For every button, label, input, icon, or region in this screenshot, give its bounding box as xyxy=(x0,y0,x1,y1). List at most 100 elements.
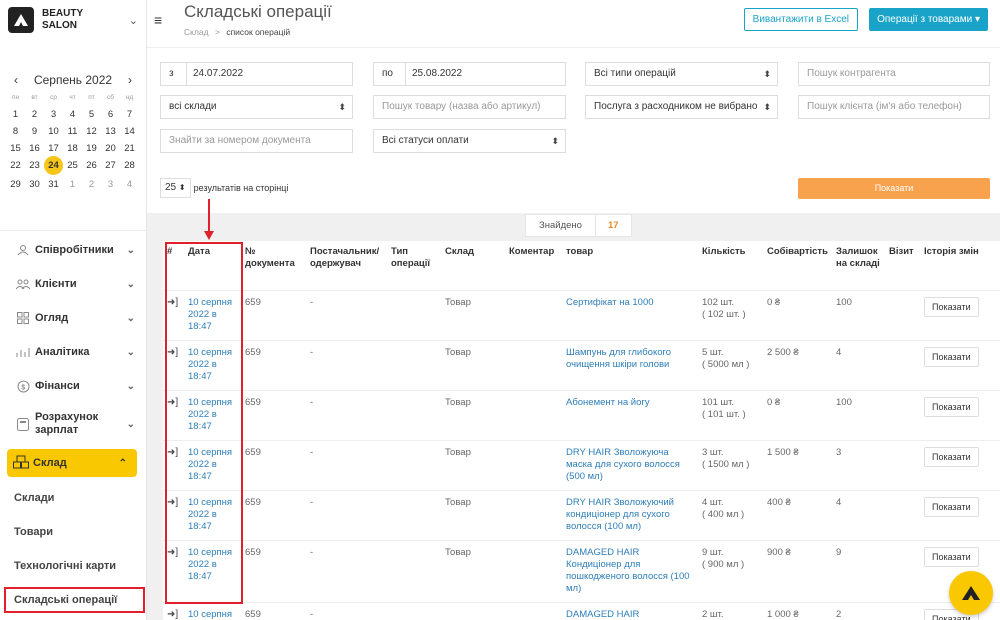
calendar-day[interactable]: 13 xyxy=(101,124,120,139)
calendar-day[interactable]: 16 xyxy=(25,141,44,156)
warehouse-select[interactable]: всі склади ⬍ xyxy=(160,95,353,119)
client-search-input[interactable]: Пошук клієнта (ім'я або телефон) xyxy=(798,95,990,119)
cell-product[interactable]: DRY HAIR Зволожуюча маска для сухого вол… xyxy=(562,441,698,490)
sidebar-subitem-tech-cards[interactable]: Технологічні карти xyxy=(0,549,147,583)
calendar-day[interactable]: 4 xyxy=(63,107,82,122)
calendar-day[interactable]: 17 xyxy=(44,141,63,156)
operation-type-select[interactable]: Всі типи операцій ⬍ xyxy=(585,62,778,86)
calendar-day[interactable]: 10 xyxy=(44,124,63,139)
sidebar-item-finance[interactable]: $ Фінанси ⌄ xyxy=(0,369,147,403)
calendar-weekday: нд xyxy=(125,94,134,101)
warehouse-value: всі склади xyxy=(169,101,217,112)
cell-doc-number: 659 xyxy=(245,397,261,408)
counterparty-search-input[interactable]: Пошук контрагента xyxy=(798,62,990,86)
cell-counterparty: - xyxy=(310,397,314,408)
cell-date[interactable]: 10 серпня xyxy=(184,603,241,620)
calendar-next-button[interactable]: › xyxy=(128,73,132,87)
document-number-input[interactable]: Знайти за номером документа xyxy=(160,129,353,153)
per-page-select[interactable]: 25 ⬍ xyxy=(160,178,191,198)
calendar-day[interactable]: 6 xyxy=(101,107,120,122)
history-show-button[interactable]: Показати xyxy=(924,297,979,317)
calendar-day[interactable]: 20 xyxy=(101,141,120,156)
calendar-day[interactable]: 21 xyxy=(120,141,139,156)
calendar-day[interactable]: 11 xyxy=(63,124,82,139)
calendar-day[interactable]: 15 xyxy=(6,141,25,156)
cell-date[interactable]: 10 серпня 2022 в 18:47 xyxy=(184,541,241,602)
calendar-day[interactable]: 9 xyxy=(25,124,44,139)
calendar-day[interactable]: 30 xyxy=(25,177,44,192)
sidebar-subitem-warehouse-operations[interactable]: Складські операції xyxy=(4,587,145,613)
brand-name: BEAUTY SALON xyxy=(42,8,83,32)
col-header-doc-number: № документа xyxy=(245,246,295,269)
calendar-day[interactable]: 3 xyxy=(101,177,120,192)
date-from-field[interactable]: з 24.07.2022 xyxy=(160,62,353,86)
sidebar-item-analytics[interactable]: Аналітика ⌄ xyxy=(0,335,147,369)
calendar-day[interactable]: 19 xyxy=(82,141,101,156)
calendar-day[interactable]: 26 xyxy=(82,158,101,173)
cell-product[interactable]: Шампунь для глибокого очищення шкіри гол… xyxy=(562,341,698,390)
sidebar-subitem-warehouses[interactable]: Склади xyxy=(0,481,147,515)
cell-date[interactable]: 10 серпня 2022 в 18:47 xyxy=(184,491,241,540)
cell-product[interactable]: DRY HAIR Зволожуючий кондиціонер для сух… xyxy=(562,491,698,540)
history-show-button[interactable]: Показати xyxy=(924,497,979,517)
sidebar-item-clients[interactable]: Клієнти ⌄ xyxy=(0,267,147,301)
calendar-day[interactable]: 8 xyxy=(6,124,25,139)
calendar-day[interactable]: 3 xyxy=(44,107,63,122)
history-show-button[interactable]: Показати xyxy=(924,397,979,417)
col-header-date[interactable]: Дата xyxy=(184,241,241,290)
calendar-day[interactable]: 23 xyxy=(25,158,44,173)
cell-operation-type xyxy=(387,541,441,602)
sidebar-item-overview[interactable]: Огляд ⌄ xyxy=(0,301,147,335)
calendar-day[interactable]: 28 xyxy=(120,158,139,173)
cell-product[interactable]: Абонемент на йогу xyxy=(562,391,698,440)
table-row: ➜] 10 серпня 2022 в 18:47 659 - Товар Сертифі… xyxy=(163,291,1000,341)
cell-quantity: 4 шт.( 400 мл ) xyxy=(698,491,763,540)
history-show-button[interactable]: Показати xyxy=(924,547,979,567)
calendar-day[interactable]: 14 xyxy=(120,124,139,139)
sidebar-subitem-products[interactable]: Товари xyxy=(0,515,147,549)
breadcrumb-root[interactable]: Склад xyxy=(184,27,209,37)
calendar-day[interactable]: 2 xyxy=(25,107,44,122)
cell-product[interactable]: DAMAGED HAIR Кондиціонер для пошкодженог… xyxy=(562,541,698,602)
calendar-day[interactable]: 1 xyxy=(63,177,82,192)
calendar-day[interactable]: 1 xyxy=(6,107,25,122)
calendar-day[interactable]: 27 xyxy=(101,158,120,173)
calendar-day[interactable]: 4 xyxy=(120,177,139,192)
export-excel-button[interactable]: Вивантажити в Excel xyxy=(743,8,858,31)
date-to-field[interactable]: по 25.08.2022 xyxy=(373,62,566,86)
calendar-day[interactable]: 31 xyxy=(44,177,63,192)
cell-product[interactable]: DAMAGED HAIR xyxy=(562,603,698,620)
calendar-day[interactable]: 25 xyxy=(63,158,82,173)
cell-date[interactable]: 10 серпня 2022 в 18:47 xyxy=(184,341,241,390)
history-show-button[interactable]: Показати xyxy=(924,347,979,367)
sidebar-item-salary[interactable]: Розрахунок зарплат ⌄ xyxy=(0,403,147,445)
calendar-day[interactable]: 7 xyxy=(120,107,139,122)
select-caret-icon: ⬍ xyxy=(338,102,346,112)
cell-date[interactable]: 10 серпня 2022 в 18:47 xyxy=(184,291,241,340)
table-row: ➜] 10 серпня 2022 в 18:47 659 - Товар Абонеме… xyxy=(163,391,1000,441)
calendar-day[interactable]: 18 xyxy=(63,141,82,156)
history-show-button[interactable]: Показати xyxy=(924,447,979,467)
cell-product[interactable]: Сертифікат на 1000 xyxy=(562,291,698,340)
cell-date[interactable]: 10 серпня 2022 в 18:47 xyxy=(184,391,241,440)
sidebar-item-warehouse[interactable]: Склад ⌃ xyxy=(7,449,137,477)
service-consumable-select[interactable]: Послуга з расходником не вибрано ⬍ xyxy=(585,95,778,119)
help-fab-button[interactable] xyxy=(949,571,993,615)
product-search-input[interactable]: Пошук товару (назва або артикул) xyxy=(373,95,566,119)
calendar-day-today[interactable]: 24 xyxy=(44,156,63,175)
menu-icon[interactable]: ≡ xyxy=(154,12,162,28)
calendar-day[interactable]: 5 xyxy=(82,107,101,122)
per-page-label: результатів на сторінці xyxy=(193,183,289,193)
calendar-prev-button[interactable]: ‹ xyxy=(14,73,18,87)
show-button[interactable]: Показати xyxy=(798,178,990,199)
calendar-day[interactable]: 12 xyxy=(82,124,101,139)
cell-date[interactable]: 10 серпня 2022 в 18:47 xyxy=(184,441,241,490)
payment-status-select[interactable]: Всі статуси оплати ⬍ xyxy=(373,129,566,153)
brand-switcher[interactable]: BEAUTY SALON ⌄ xyxy=(0,0,146,40)
found-label: Знайдено xyxy=(525,214,596,237)
calendar-day[interactable]: 29 xyxy=(6,177,25,192)
product-operations-button[interactable]: Операції з товарами ▾ xyxy=(869,8,988,31)
calendar-day[interactable]: 22 xyxy=(6,158,25,173)
sidebar-item-employees[interactable]: Співробітники ⌄ xyxy=(0,233,147,267)
calendar-day[interactable]: 2 xyxy=(82,177,101,192)
